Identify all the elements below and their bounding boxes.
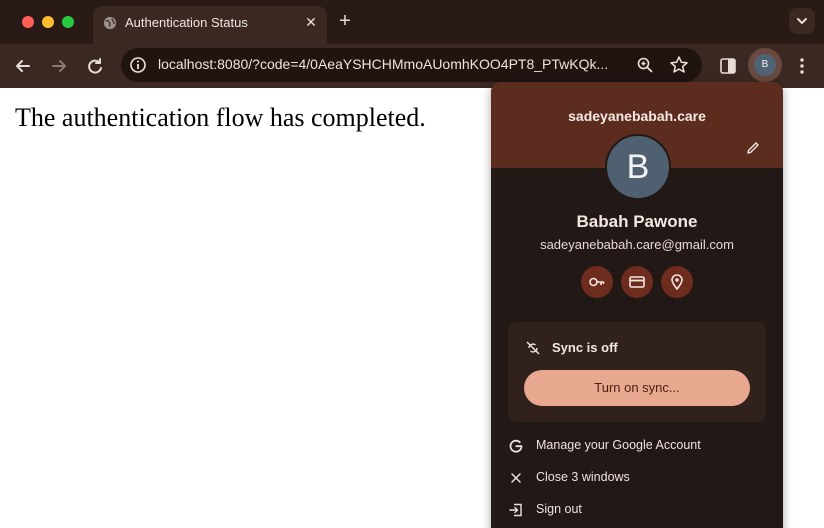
key-icon	[589, 277, 605, 287]
credit-card-icon	[629, 276, 645, 288]
sign-out-icon	[509, 503, 522, 517]
avatar: B	[754, 54, 776, 76]
google-icon	[509, 439, 523, 453]
close-windows-item[interactable]: Close 3 windows	[491, 464, 783, 492]
window-maximize-button[interactable]	[62, 16, 74, 28]
window-close-button[interactable]	[22, 16, 34, 28]
turn-on-sync-button[interactable]: Turn on sync...	[524, 370, 750, 406]
tab-authentication-status[interactable]: Authentication Status ✕	[93, 6, 327, 44]
passwords-button[interactable]	[581, 266, 613, 298]
address-bar[interactable]: localhost:8080/?code=4/0AeaYSHCHMmoAUomh…	[121, 48, 702, 82]
profile-button[interactable]: B	[748, 48, 782, 82]
globe-icon	[103, 16, 117, 30]
url-text[interactable]: localhost:8080/?code=4/0AeaYSHCHMmoAUomh…	[158, 56, 633, 72]
page-message: The authentication flow has completed.	[15, 103, 426, 132]
manage-google-account-label: Manage your Google Account	[536, 438, 701, 452]
sync-status: Sync is off	[552, 340, 618, 355]
bookmark-star-icon[interactable]	[669, 55, 689, 75]
sign-out-item[interactable]: Sign out	[491, 496, 783, 524]
close-icon	[511, 473, 521, 483]
more-options-icon[interactable]	[792, 56, 812, 76]
side-panel-icon[interactable]	[718, 56, 738, 76]
profile-email: sadeyanebabah.care@gmail.com	[540, 237, 734, 252]
tab-strip: Authentication Status ✕ +	[0, 0, 824, 44]
edit-pencil-icon[interactable]	[745, 140, 761, 156]
profile-name: Babah Pawone	[576, 212, 698, 231]
tab-title: Authentication Status	[125, 15, 248, 30]
sync-off-icon	[526, 341, 540, 355]
forward-icon[interactable]	[46, 53, 72, 79]
site-info-icon[interactable]	[129, 56, 147, 74]
profile-menu-popup: sadeyanebabah.care B Babah Pawone sadeya…	[491, 82, 783, 528]
back-icon[interactable]	[10, 53, 36, 79]
close-windows-label: Close 3 windows	[536, 470, 630, 484]
tab-close-icon[interactable]: ✕	[303, 14, 319, 30]
addresses-button[interactable]	[661, 266, 693, 298]
new-tab-button[interactable]: +	[336, 10, 354, 32]
tab-search-button[interactable]	[789, 8, 815, 34]
reload-icon[interactable]	[82, 53, 108, 79]
window-minimize-button[interactable]	[42, 16, 54, 28]
location-pin-icon	[671, 274, 683, 291]
chevron-down-icon	[797, 18, 807, 25]
profile-domain: sadeyanebabah.care	[568, 108, 706, 124]
sign-out-label: Sign out	[536, 502, 582, 516]
profile-avatar: B	[605, 134, 671, 200]
zoom-icon[interactable]	[636, 56, 654, 74]
sync-card: Sync is off Turn on sync...	[508, 322, 766, 422]
manage-google-account-item[interactable]: Manage your Google Account	[491, 432, 783, 460]
payment-methods-button[interactable]	[621, 266, 653, 298]
